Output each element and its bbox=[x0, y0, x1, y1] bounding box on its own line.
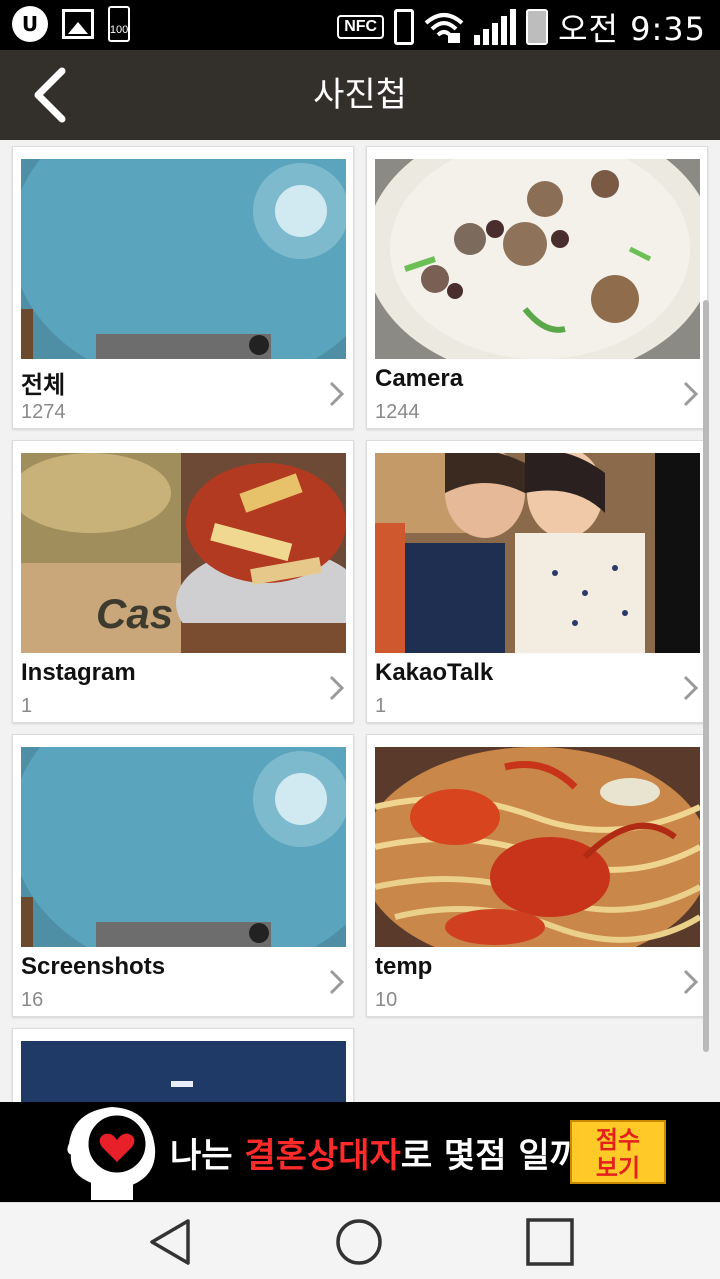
chevron-right-icon bbox=[683, 675, 699, 701]
album-name: temp bbox=[375, 953, 433, 980]
chevron-right-icon bbox=[683, 969, 699, 995]
album-thumbnail bbox=[375, 159, 700, 359]
album-count: 10 bbox=[375, 989, 398, 1011]
vibrate-icon bbox=[394, 9, 415, 45]
ad-banner[interactable]: 나는 결혼상대자로 몇점 일까? 점수 보기 bbox=[0, 1102, 720, 1202]
album-name: Camera bbox=[375, 365, 464, 392]
image-notification-icon bbox=[62, 9, 94, 39]
battery-charging-icon bbox=[526, 9, 549, 45]
system-nav-bar bbox=[0, 1202, 720, 1279]
album-grid: 전체 1274 Camera 1244 Cas Instagram 1 Kaka… bbox=[0, 140, 720, 1102]
album-thumbnail bbox=[375, 453, 700, 653]
clock: 오전 9:35 bbox=[558, 10, 706, 48]
chevron-right-icon bbox=[329, 675, 345, 701]
nfc-icon: NFC bbox=[337, 15, 385, 39]
status-bar: U 100 NFC 오전 9:35 bbox=[0, 0, 720, 50]
head-heart-icon bbox=[67, 1106, 156, 1200]
battery-notification-icon: 100 bbox=[108, 6, 130, 42]
album-count: 1244 bbox=[375, 401, 420, 423]
album-card-kakaotalk[interactable]: KakaoTalk 1 bbox=[366, 440, 708, 723]
album-card-partial[interactable] bbox=[12, 1028, 354, 1102]
album-count: 1 bbox=[21, 695, 33, 717]
album-card-camera[interactable]: Camera 1244 bbox=[366, 146, 708, 429]
album-thumbnail bbox=[21, 747, 346, 947]
album-thumbnail: Cas bbox=[21, 453, 346, 653]
chevron-right-icon bbox=[329, 381, 345, 407]
album-card-temp[interactable]: temp 10 bbox=[366, 734, 708, 1017]
app-bar: 사진첩 bbox=[0, 50, 720, 140]
chevron-left-icon bbox=[34, 67, 66, 123]
wifi-icon bbox=[424, 13, 464, 43]
album-count: 1274 bbox=[21, 401, 66, 423]
album-name: 전체 bbox=[21, 372, 66, 399]
album-name: Screenshots bbox=[21, 953, 166, 980]
album-count: 16 bbox=[21, 989, 44, 1011]
album-card-screenshots[interactable]: Screenshots 16 bbox=[12, 734, 354, 1017]
back-button[interactable] bbox=[20, 62, 80, 128]
album-thumbnail bbox=[375, 747, 700, 947]
album-name: KakaoTalk bbox=[375, 659, 494, 686]
album-name: Instagram bbox=[21, 659, 136, 686]
page-title: 사진첩 bbox=[313, 75, 407, 115]
album-thumbnail bbox=[21, 159, 346, 359]
svg-text:Cas: Cas bbox=[96, 590, 173, 637]
square-recents-icon[interactable] bbox=[525, 1217, 575, 1267]
triangle-back-icon[interactable] bbox=[146, 1217, 194, 1267]
circle-home-icon[interactable] bbox=[334, 1217, 384, 1267]
chevron-right-icon bbox=[329, 969, 345, 995]
scrollbar[interactable] bbox=[703, 300, 709, 1052]
album-count: 1 bbox=[375, 695, 387, 717]
album-thumbnail bbox=[21, 1041, 346, 1102]
ad-score-button[interactable]: 점수 보기 bbox=[570, 1120, 666, 1184]
carrier-logo-icon: U bbox=[12, 6, 48, 42]
ad-headline: 나는 결혼상대자로 몇점 일까? bbox=[170, 1136, 601, 1176]
album-card-all[interactable]: 전체 1274 bbox=[12, 146, 354, 429]
album-card-instagram[interactable]: Cas Instagram 1 bbox=[12, 440, 354, 723]
chevron-right-icon bbox=[683, 381, 699, 407]
signal-strength-icon bbox=[474, 9, 517, 45]
